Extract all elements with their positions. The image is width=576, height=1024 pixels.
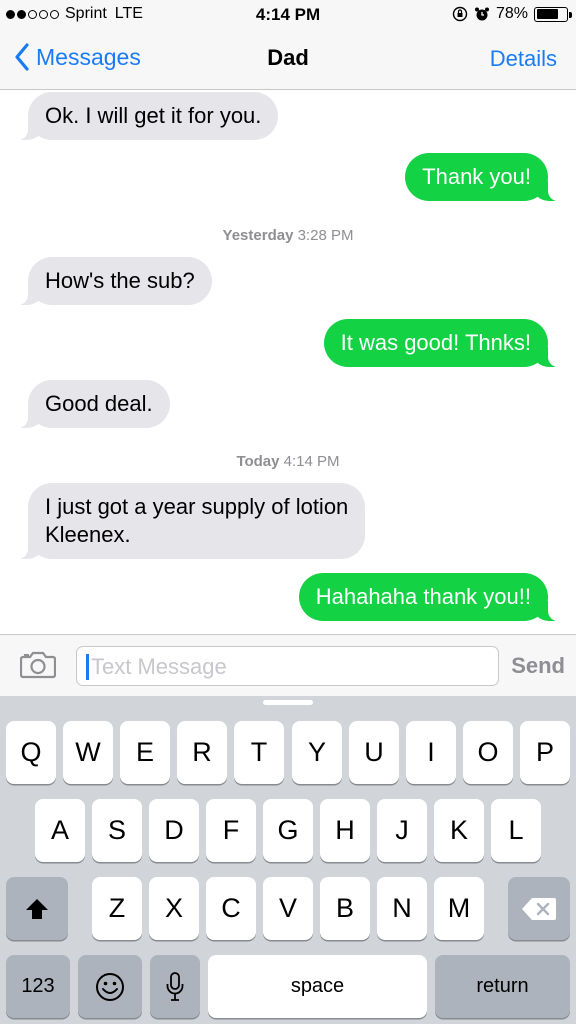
timestamp-divider: Yesterday 3:28 PM	[0, 227, 576, 244]
message-bubble-outgoing[interactable]: It was good! Thnks!	[323, 319, 565, 367]
timestamp-time: 3:28 PM	[297, 227, 354, 244]
key-l[interactable]: L	[491, 799, 541, 862]
timestamp-divider: Today 4:14 PM	[0, 453, 576, 470]
key-z[interactable]: Z	[92, 877, 142, 940]
keyboard-handle	[263, 700, 313, 705]
alarm-icon	[474, 7, 489, 21]
battery-icon	[534, 6, 572, 22]
message-text-field[interactable]: Text Message	[76, 646, 499, 686]
message-bubble-outgoing[interactable]: Hahahaha thank you!!	[298, 573, 565, 621]
key-u[interactable]: U	[349, 721, 399, 784]
space-key[interactable]: space	[208, 955, 427, 1018]
keyboard: Q W E R T Y U I O P A S D F G H J K L Z …	[0, 696, 576, 1024]
key-c[interactable]: C	[206, 877, 256, 940]
key-j[interactable]: J	[377, 799, 427, 862]
emoji-icon	[96, 972, 124, 1001]
dictation-key[interactable]	[150, 955, 200, 1018]
message-text-line: Kleenex.	[45, 522, 131, 547]
send-button[interactable]: Send	[511, 653, 565, 679]
key-o[interactable]: O	[463, 721, 513, 784]
key-s[interactable]: S	[92, 799, 142, 862]
key-v[interactable]: V	[263, 877, 313, 940]
key-e[interactable]: E	[120, 721, 170, 784]
key-p[interactable]: P	[520, 721, 570, 784]
key-b[interactable]: B	[320, 877, 370, 940]
status-right: 78%	[452, 5, 572, 23]
message-bubble-incoming[interactable]: Good deal.	[12, 380, 170, 428]
back-button[interactable]: Messages	[14, 43, 141, 71]
camera-icon	[19, 651, 57, 679]
message-text: Ok. I will get it for you.	[45, 103, 262, 128]
message-text: It was good! Thnks!	[340, 330, 531, 355]
text-field-placeholder: Text Message	[91, 654, 227, 679]
message-text: How's the sub?	[45, 268, 195, 293]
key-a[interactable]: A	[35, 799, 85, 862]
key-d[interactable]: D	[149, 799, 199, 862]
key-k[interactable]: K	[434, 799, 484, 862]
key-n[interactable]: N	[377, 877, 427, 940]
back-button-label: Messages	[36, 43, 141, 70]
message-input-bar: Text Message Send	[0, 634, 576, 696]
numbers-key[interactable]: 123	[6, 955, 70, 1018]
key-w[interactable]: W	[63, 721, 113, 784]
message-bubble-incoming[interactable]: Ok. I will get it for you.	[11, 92, 279, 140]
text-cursor	[86, 654, 89, 680]
message-bubble-outgoing[interactable]: Thank you!	[405, 153, 564, 201]
key-x[interactable]: X	[149, 877, 199, 940]
microphone-icon	[166, 971, 184, 1001]
timestamp-time: 4:14 PM	[283, 453, 340, 470]
key-g[interactable]: G	[263, 799, 313, 862]
message-bubble-incoming[interactable]: I just got a year supply of lotion Kleen…	[11, 483, 366, 559]
message-text-line: I just got a year supply of lotion	[45, 494, 349, 519]
delete-icon	[522, 897, 556, 920]
message-text: Good deal.	[45, 391, 153, 416]
key-i[interactable]: I	[406, 721, 456, 784]
key-m[interactable]: M	[434, 877, 484, 940]
message-text: Thank you!	[422, 164, 531, 189]
shift-icon	[26, 898, 48, 919]
back-chevron-icon	[15, 43, 29, 71]
navigation-bar: Messages Dad Details	[0, 30, 576, 90]
shift-key[interactable]	[6, 877, 68, 940]
camera-button[interactable]	[19, 651, 57, 684]
timestamp-day: Yesterday	[222, 227, 294, 244]
key-t[interactable]: T	[234, 721, 284, 784]
key-r[interactable]: R	[177, 721, 227, 784]
message-thread[interactable]: Ok. I will get it for you. Thank you! Ye…	[0, 91, 576, 634]
timestamp-day: Today	[236, 453, 280, 470]
delete-key[interactable]	[508, 877, 570, 940]
message-text: Hahahaha thank you!!	[315, 584, 531, 609]
lock-rotation-icon	[452, 6, 468, 22]
key-h[interactable]: H	[320, 799, 370, 862]
key-y[interactable]: Y	[292, 721, 342, 784]
key-f[interactable]: F	[206, 799, 256, 862]
message-bubble-incoming[interactable]: How's the sub?	[12, 257, 212, 305]
details-button[interactable]: Details	[490, 46, 557, 72]
status-bar: Sprint LTE 4:14 PM 78%	[0, 0, 576, 30]
return-key[interactable]: return	[435, 955, 570, 1018]
key-q[interactable]: Q	[6, 721, 56, 784]
battery-percent: 78%	[495, 5, 528, 22]
emoji-key[interactable]	[78, 955, 142, 1018]
